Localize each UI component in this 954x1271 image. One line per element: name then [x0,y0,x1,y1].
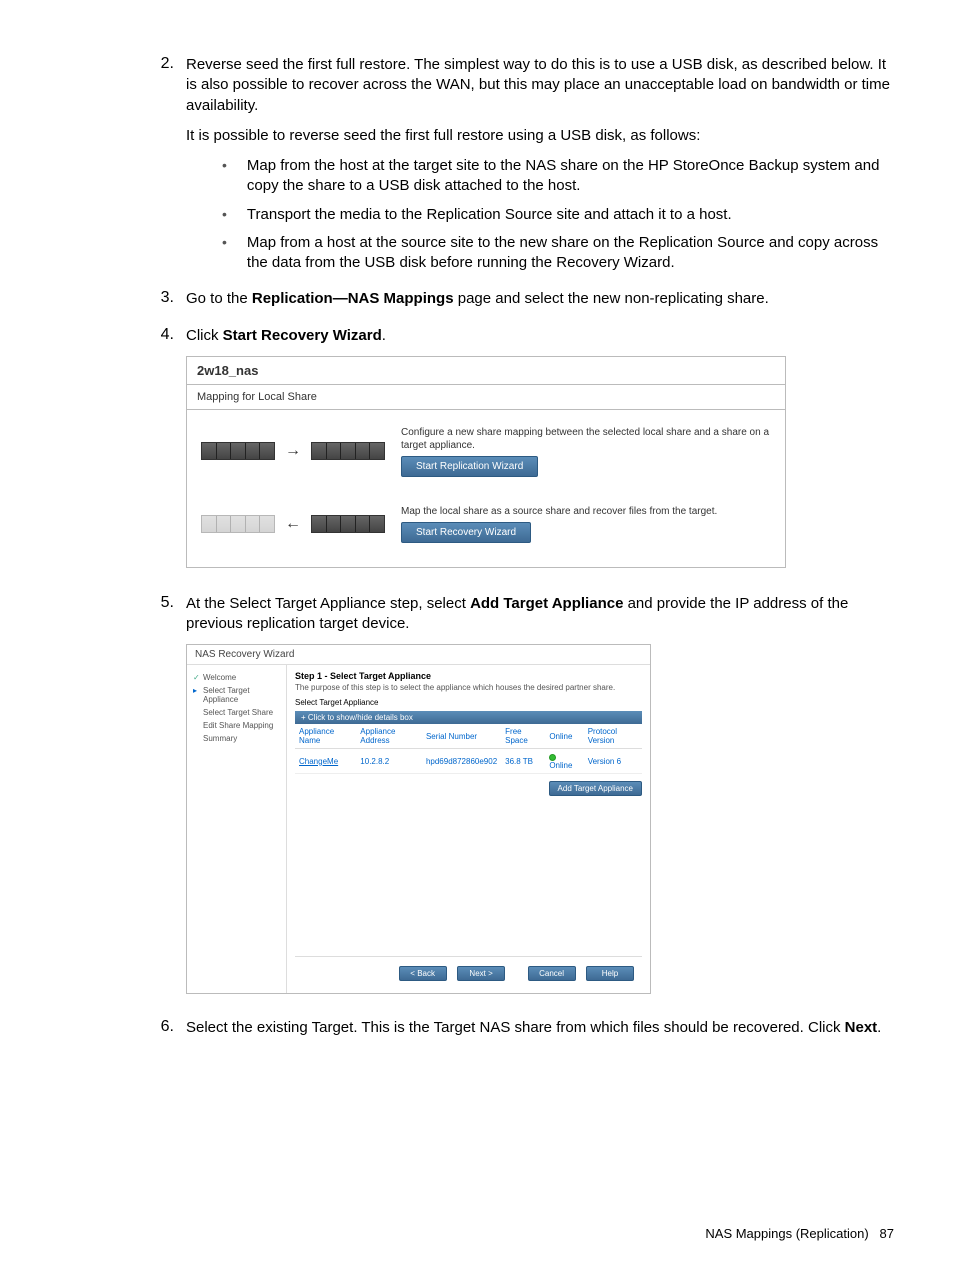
wizard-step-edit-mapping[interactable]: Edit Share Mapping [193,719,280,732]
next-button[interactable]: Next > [457,966,505,981]
bold-text: Add Target Appliance [470,595,623,612]
page-footer: NAS Mappings (Replication) 87 [705,1226,894,1241]
col-free-space[interactable]: Free Space [501,724,545,749]
device-icon [201,442,275,460]
col-appliance-address[interactable]: Appliance Address [356,724,422,749]
recovery-wizard-dialog: NAS Recovery Wizard Welcome Select Targe… [186,644,651,994]
appliance-table: Appliance Name Appliance Address Serial … [295,724,642,774]
paragraph: Select the existing Target. This is the … [186,1018,894,1038]
list-item-6: 6. Select the existing Target. This is t… [60,1018,894,1048]
bullet-item: • Map from a host at the source site to … [222,233,894,274]
bullet-text: Map from a host at the source site to th… [247,233,894,274]
bullet-item: • Map from the host at the target site t… [222,156,894,197]
page-number: 87 [880,1226,894,1241]
bullet-icon: • [222,156,227,197]
cell-serial-number: hpd69d872860e902 [422,749,501,774]
select-label: Select Target Appliance [295,698,642,707]
bold-text: Start Recovery Wizard [223,327,382,344]
row-description: Configure a new share mapping between th… [401,426,771,452]
start-recovery-wizard-button[interactable]: Start Recovery Wizard [401,522,531,543]
list-number: 3. [154,289,186,319]
paragraph: At the Select Target Appliance step, sel… [186,594,894,635]
recovery-row: ← Map the local share as a source share … [201,505,771,543]
start-replication-wizard-button[interactable]: Start Replication Wizard [401,456,538,477]
device-icon [201,515,275,533]
list-item-4: 4. Click Start Recovery Wizard. 2w18_nas… [60,326,894,588]
device-icon [311,515,385,533]
paragraph: Reverse seed the first full restore. The… [186,55,894,116]
panel-title: 2w18_nas [187,357,785,385]
col-appliance-name[interactable]: Appliance Name [295,724,356,749]
cell-online: Online [545,749,583,774]
paragraph: Go to the Replication—NAS Mappings page … [186,289,894,309]
col-online[interactable]: Online [545,724,583,749]
bullet-item: • Transport the media to the Replication… [222,205,894,225]
wizard-step-summary[interactable]: Summary [193,732,280,745]
wizard-step-select-appliance[interactable]: Select Target Appliance [193,684,280,706]
col-protocol-version[interactable]: Protocol Version [584,724,642,749]
list-item-3: 3. Go to the Replication—NAS Mappings pa… [60,289,894,319]
wizard-steps-sidebar: Welcome Select Target Appliance Select T… [187,665,287,993]
list-item-5: 5. At the Select Target Appliance step, … [60,594,894,1013]
bullet-text: Map from the host at the target site to … [247,156,894,197]
cell-appliance-address: 10.2.8.2 [356,749,422,774]
cell-free-space: 36.8 TB [501,749,545,774]
panel-subtitle: Mapping for Local Share [187,385,785,410]
list-number: 2. [154,55,186,283]
dialog-title: NAS Recovery Wizard [187,645,650,665]
list-number: 6. [154,1018,186,1048]
arrow-left-icon: ← [281,515,305,533]
wizard-footer: < Back Next > Cancel Help [295,956,642,987]
back-button[interactable]: < Back [399,966,447,981]
status-dot-icon [549,754,556,761]
bullet-icon: • [222,205,227,225]
list-number: 4. [154,326,186,588]
wizard-step-welcome[interactable]: Welcome [193,671,280,684]
replication-row: → Configure a new share mapping between … [201,426,771,477]
list-item-2: 2. Reverse seed the first full restore. … [60,55,894,283]
cell-appliance-name[interactable]: ChangeMe [295,749,356,774]
bullet-text: Transport the media to the Replication S… [247,205,732,225]
wizard-step-select-share[interactable]: Select Target Share [193,706,280,719]
arrow-right-icon: → [281,442,305,460]
row-description: Map the local share as a source share an… [401,505,771,518]
details-toggle-bar[interactable]: + Click to show/hide details box [295,711,642,724]
add-target-appliance-button[interactable]: Add Target Appliance [549,781,642,796]
list-number: 5. [154,594,186,1013]
cancel-button[interactable]: Cancel [528,966,576,981]
help-button[interactable]: Help [586,966,634,981]
cell-protocol-version: Version 6 [584,749,642,774]
footer-label: NAS Mappings (Replication) [705,1226,868,1241]
mapping-panel: 2w18_nas Mapping for Local Share → Confi… [186,356,786,568]
step-description: The purpose of this step is to select th… [295,683,642,692]
paragraph: It is possible to reverse seed the first… [186,126,894,146]
bold-text: Replication—NAS Mappings [252,290,454,307]
step-heading: Step 1 - Select Target Appliance [295,671,642,681]
bold-text: Next [845,1019,878,1036]
table-row[interactable]: ChangeMe 10.2.8.2 hpd69d872860e902 36.8 … [295,749,642,774]
bullet-icon: • [222,233,227,274]
device-icon [311,442,385,460]
document-page: 2. Reverse seed the first full restore. … [0,0,954,1271]
paragraph: Click Start Recovery Wizard. [186,326,894,346]
col-serial-number[interactable]: Serial Number [422,724,501,749]
